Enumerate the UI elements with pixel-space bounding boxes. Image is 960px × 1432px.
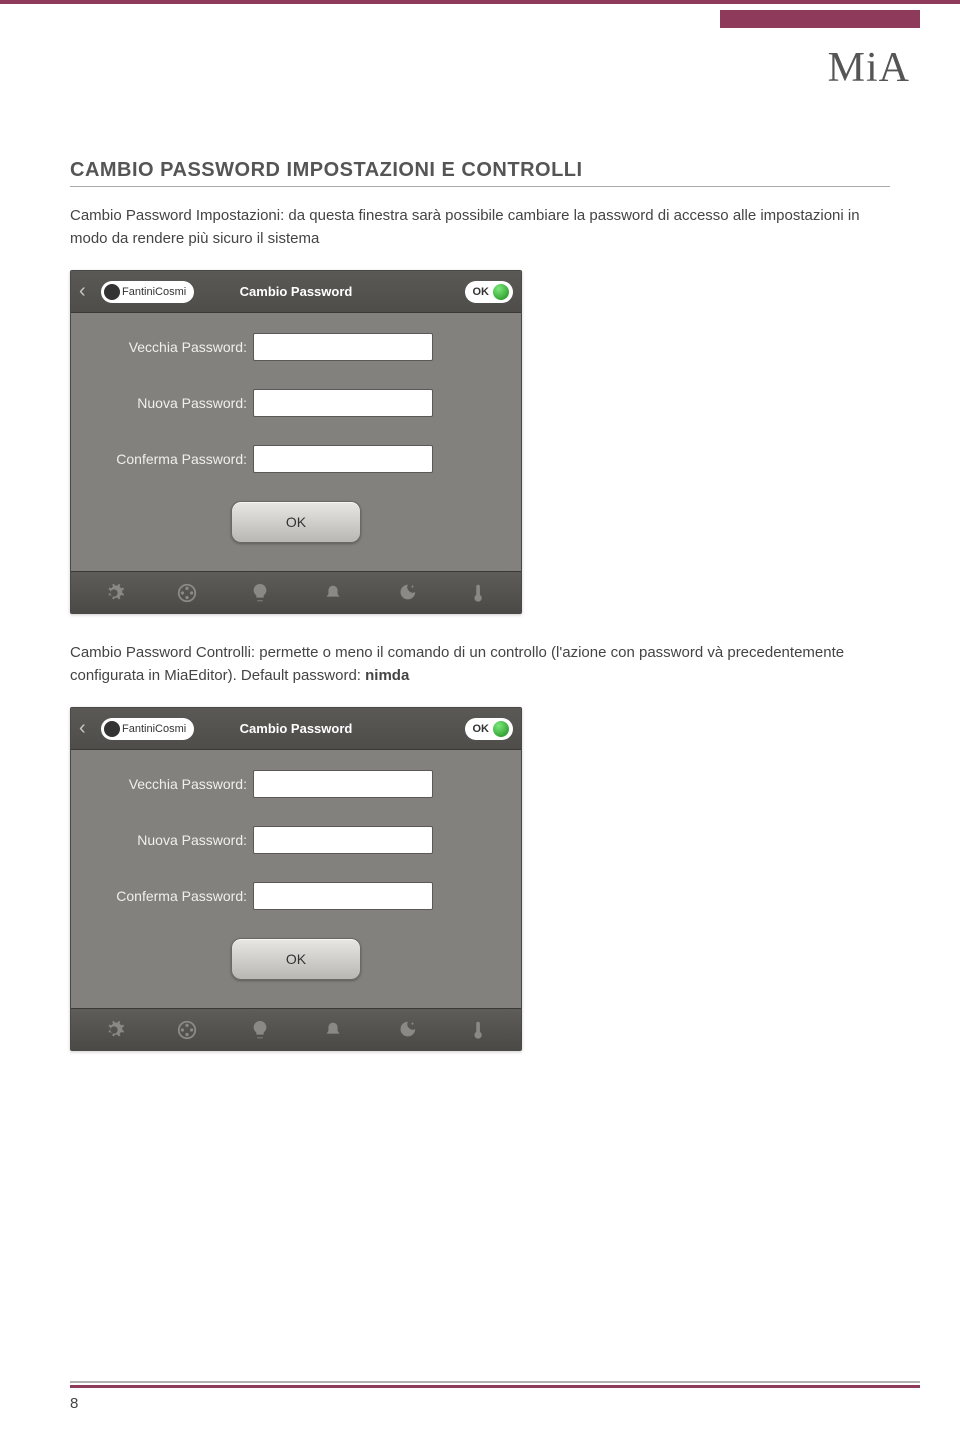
ok-status-icon [493,284,509,300]
bottom-rule-thin [70,1381,920,1383]
row-old-password: Vecchia Password: [83,333,509,361]
gears-icon[interactable] [101,1017,127,1043]
moon-star-icon[interactable] [393,1017,419,1043]
app-window-2: ‹ FantiniCosmi Cambio Password OK Vecchi… [70,707,522,1051]
reel-icon[interactable] [174,580,200,606]
bottom-rule-accent [70,1385,920,1388]
app-body: Vecchia Password: Nuova Password: Confer… [71,750,521,1008]
app-header: ‹ FantiniCosmi Cambio Password OK [71,271,521,313]
input-new-password[interactable] [253,389,433,417]
submit-ok-button[interactable]: OK [231,501,361,543]
back-icon[interactable]: ‹ [79,283,97,301]
app-footer [71,1008,521,1050]
label-confirm-password: Conferma Password: [83,888,253,904]
paragraph-2a: Cambio Password Controlli: permette o me… [70,644,844,684]
label-new-password: Nuova Password: [83,395,253,411]
brand-logo: MiA [828,44,910,92]
bulb-icon[interactable] [247,580,273,606]
page-content: CAMBIO PASSWORD IMPOSTAZIONI E CONTROLLI… [0,4,960,1051]
row-new-password: Nuova Password: [83,389,509,417]
ok-pill-label: OK [473,286,490,298]
label-old-password: Vecchia Password: [83,776,253,792]
label-new-password: Nuova Password: [83,832,253,848]
ok-pill-button[interactable]: OK [465,281,514,303]
input-confirm-password[interactable] [253,445,433,473]
brand-pill: FantiniCosmi [101,718,194,740]
row-confirm-password: Conferma Password: [83,882,509,910]
label-old-password: Vecchia Password: [83,339,253,355]
thermometer-icon[interactable] [466,1017,492,1043]
default-password-value: nimda [365,667,409,684]
brand-dot-icon [104,721,120,737]
app-footer [71,571,521,613]
label-confirm-password: Conferma Password: [83,451,253,467]
input-old-password[interactable] [253,770,433,798]
bottom-rules [70,1381,920,1388]
gears-icon[interactable] [101,580,127,606]
accent-box [720,10,920,28]
alarm-icon[interactable] [320,580,346,606]
ok-pill-label: OK [473,723,490,735]
app-header: ‹ FantiniCosmi Cambio Password OK [71,708,521,750]
page-number: 8 [70,1395,78,1412]
brand-dot-icon [104,284,120,300]
row-confirm-password: Conferma Password: [83,445,509,473]
alarm-icon[interactable] [320,1017,346,1043]
input-new-password[interactable] [253,826,433,854]
thermometer-icon[interactable] [466,580,492,606]
input-confirm-password[interactable] [253,882,433,910]
brand-label: FantiniCosmi [122,723,186,735]
moon-star-icon[interactable] [393,580,419,606]
brand-pill: FantiniCosmi [101,281,194,303]
bulb-icon[interactable] [247,1017,273,1043]
paragraph-2: Cambio Password Controlli: permette o me… [70,642,890,687]
row-old-password: Vecchia Password: [83,770,509,798]
brand-label: FantiniCosmi [122,286,186,298]
paragraph-1: Cambio Password Impostazioni: da questa … [70,205,890,250]
app-body: Vecchia Password: Nuova Password: Confer… [71,313,521,571]
back-icon[interactable]: ‹ [79,720,97,738]
input-old-password[interactable] [253,333,433,361]
ok-status-icon [493,721,509,737]
app-window-1: ‹ FantiniCosmi Cambio Password OK Vecchi… [70,270,522,614]
reel-icon[interactable] [174,1017,200,1043]
row-new-password: Nuova Password: [83,826,509,854]
section-title: CAMBIO PASSWORD IMPOSTAZIONI E CONTROLLI [70,159,890,187]
submit-ok-button[interactable]: OK [231,938,361,980]
ok-pill-button[interactable]: OK [465,718,514,740]
